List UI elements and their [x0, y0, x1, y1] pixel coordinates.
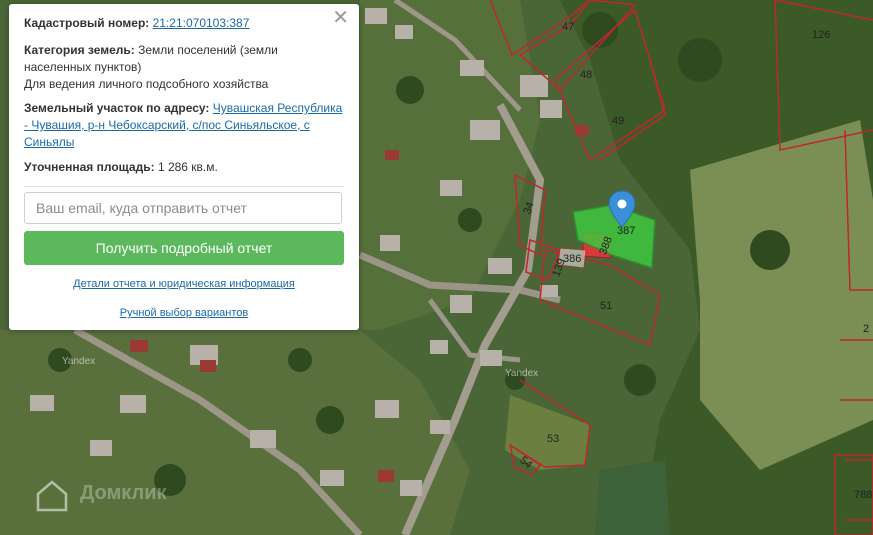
parcel-label-51: 51	[600, 300, 612, 312]
parcel-label-788: 788	[854, 489, 872, 501]
cadastral-number-link[interactable]: 21:21:070103:387	[153, 16, 250, 30]
address-row: Земельный участок по адресу: Чувашская Р…	[24, 100, 344, 151]
yandex-label-1: Yandex	[62, 356, 95, 367]
cadastral-label: Кадастровый номер:	[24, 16, 150, 30]
watermark-text: Домклик	[80, 482, 167, 504]
divider	[24, 186, 344, 187]
area-row: Уточненная площадь: 1 286 кв.м.	[24, 159, 344, 176]
area-value: 1 286 кв.м.	[157, 160, 218, 174]
email-input[interactable]	[24, 192, 342, 224]
address-label: Земельный участок по адресу:	[24, 101, 210, 115]
parcel-info-card: ✕ Кадастровый номер: 21:21:070103:387 Ка…	[9, 4, 359, 330]
usage-text: Для ведения личного подсобного хозяйства	[24, 77, 269, 91]
category-row: Категория земель: Земли поселений (земли…	[24, 42, 344, 76]
area-label: Уточненная площадь:	[24, 160, 155, 174]
parcel-label-48: 48	[580, 69, 592, 81]
parcel-label-2: 2	[863, 323, 869, 335]
yandex-label-2: Yandex	[505, 368, 538, 379]
manual-selection-link[interactable]: Ручной выбор вариантов	[24, 307, 344, 319]
parcel-label-49: 49	[612, 115, 624, 127]
get-report-button[interactable]: Получить подробный отчет	[24, 231, 344, 265]
cadastral-row: Кадастровый номер: 21:21:070103:387	[24, 15, 344, 32]
parcel-label-126: 126	[812, 29, 830, 41]
parcel-label-387: 387	[617, 225, 635, 237]
category-label: Категория земель:	[24, 43, 135, 57]
parcel-label-47: 47	[562, 21, 574, 33]
report-details-link[interactable]: Детали отчета и юридическая информация	[24, 278, 344, 290]
parcel-label-53: 53	[547, 433, 559, 445]
